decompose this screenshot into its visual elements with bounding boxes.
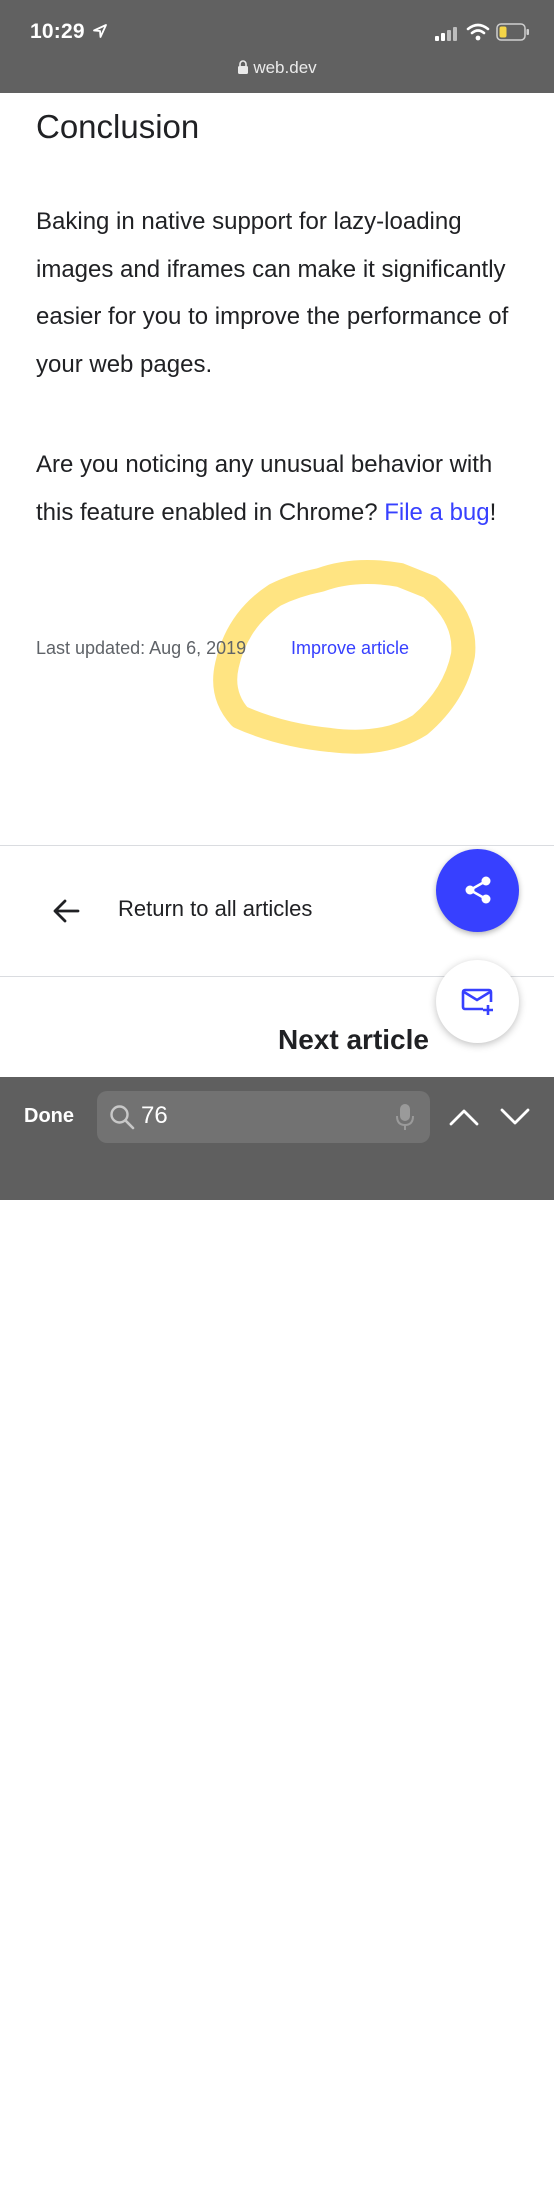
microphone-icon[interactable]	[395, 1103, 415, 1136]
improve-article-link[interactable]: Improve article	[291, 638, 409, 659]
status-time: 10:29	[30, 20, 85, 43]
find-input[interactable]	[141, 1101, 391, 1131]
highlighter-annotation	[213, 559, 476, 754]
subscribe-email-button[interactable]	[436, 960, 519, 1043]
battery-icon	[496, 23, 530, 46]
mail-add-icon	[461, 988, 493, 1015]
chevron-up-icon[interactable]	[449, 1107, 479, 1132]
return-to-articles-link[interactable]: Return to all articles	[118, 896, 312, 922]
url-domain: web.dev	[253, 58, 317, 77]
browser-top-bar: 10:29 web.dev	[0, 0, 554, 93]
bug-report-paragraph: Are you noticing any unusual behavior wi…	[36, 441, 536, 536]
last-updated-date: Last updated: Aug 6, 2019	[36, 638, 247, 658]
cellular-signal-icon	[435, 27, 461, 46]
share-button[interactable]	[436, 849, 519, 932]
wifi-icon	[466, 23, 490, 46]
find-in-page-bar: Done	[0, 1077, 554, 2189]
location-arrow-icon	[92, 23, 108, 44]
done-button[interactable]: Done	[24, 1105, 74, 1128]
bug-report-exclamation: !	[489, 498, 497, 526]
next-article-heading[interactable]: Next article	[278, 1024, 429, 1056]
section-heading: Conclusion	[36, 108, 200, 145]
find-field[interactable]	[97, 1091, 430, 1143]
divider	[0, 845, 554, 846]
back-arrow-icon[interactable]	[52, 898, 80, 929]
file-a-bug-link[interactable]: File a bug	[384, 499, 489, 526]
chevron-down-icon[interactable]	[500, 1107, 530, 1132]
address-bar[interactable]: web.dev	[0, 58, 554, 80]
conclusion-paragraph: Baking in native support for lazy-loadin…	[36, 208, 509, 378]
home-indicator[interactable]	[177, 2183, 377, 2189]
share-icon	[465, 876, 491, 904]
lock-icon	[237, 60, 249, 80]
search-icon	[109, 1104, 135, 1135]
